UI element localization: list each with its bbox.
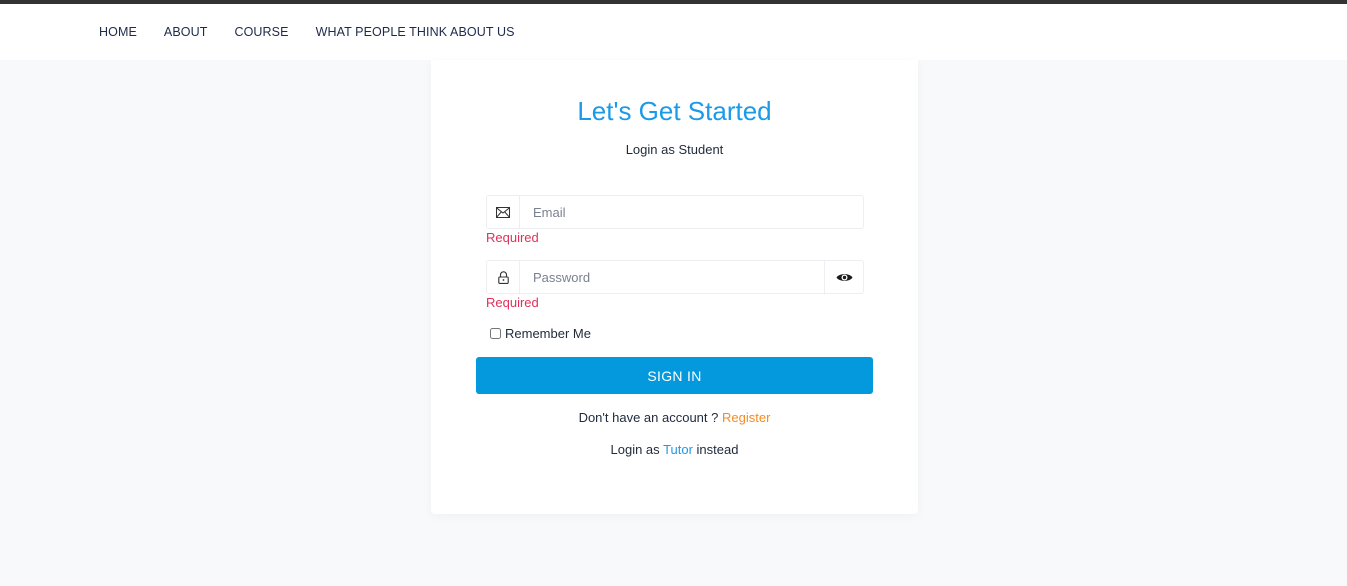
remember-me-label: Remember Me [505, 326, 591, 341]
tutor-login-link[interactable]: Tutor [663, 442, 693, 457]
nav-item-home[interactable]: HOME [99, 25, 137, 39]
register-link[interactable]: Register [722, 410, 770, 425]
nav-item-course[interactable]: COURSE [234, 25, 288, 39]
email-error: Required [486, 230, 539, 245]
register-prompt: Don't have an account ? Register [431, 410, 918, 425]
sign-in-button[interactable]: SIGN IN [476, 357, 873, 394]
remember-me[interactable]: Remember Me [490, 326, 591, 341]
page-title: Let's Get Started [577, 96, 772, 126]
alt-login-suffix: instead [696, 442, 739, 457]
email-field[interactable] [520, 196, 863, 228]
password-field[interactable] [520, 261, 824, 293]
eye-icon[interactable] [824, 261, 863, 293]
no-account-text: Don't have an account ? [578, 410, 719, 425]
envelope-icon [487, 196, 520, 228]
login-card: Let's Get Started Login as Student Requi… [431, 60, 918, 514]
password-input-group [486, 260, 864, 294]
remember-me-checkbox[interactable] [490, 328, 501, 339]
alt-login-prompt: Login as Tutor instead [431, 442, 918, 457]
nav-item-about[interactable]: ABOUT [164, 25, 208, 39]
alt-login-prefix: Login as [610, 442, 660, 457]
password-error: Required [486, 295, 539, 310]
navbar: HOME ABOUT COURSE WHAT PEOPLE THINK ABOU… [0, 4, 1347, 60]
login-subtitle: Login as Student [625, 142, 724, 157]
nav-item-testimonials[interactable]: WHAT PEOPLE THINK ABOUT US [316, 25, 515, 39]
lock-icon [487, 261, 520, 293]
email-input-group [486, 195, 864, 229]
nav-menu: HOME ABOUT COURSE WHAT PEOPLE THINK ABOU… [99, 4, 542, 60]
